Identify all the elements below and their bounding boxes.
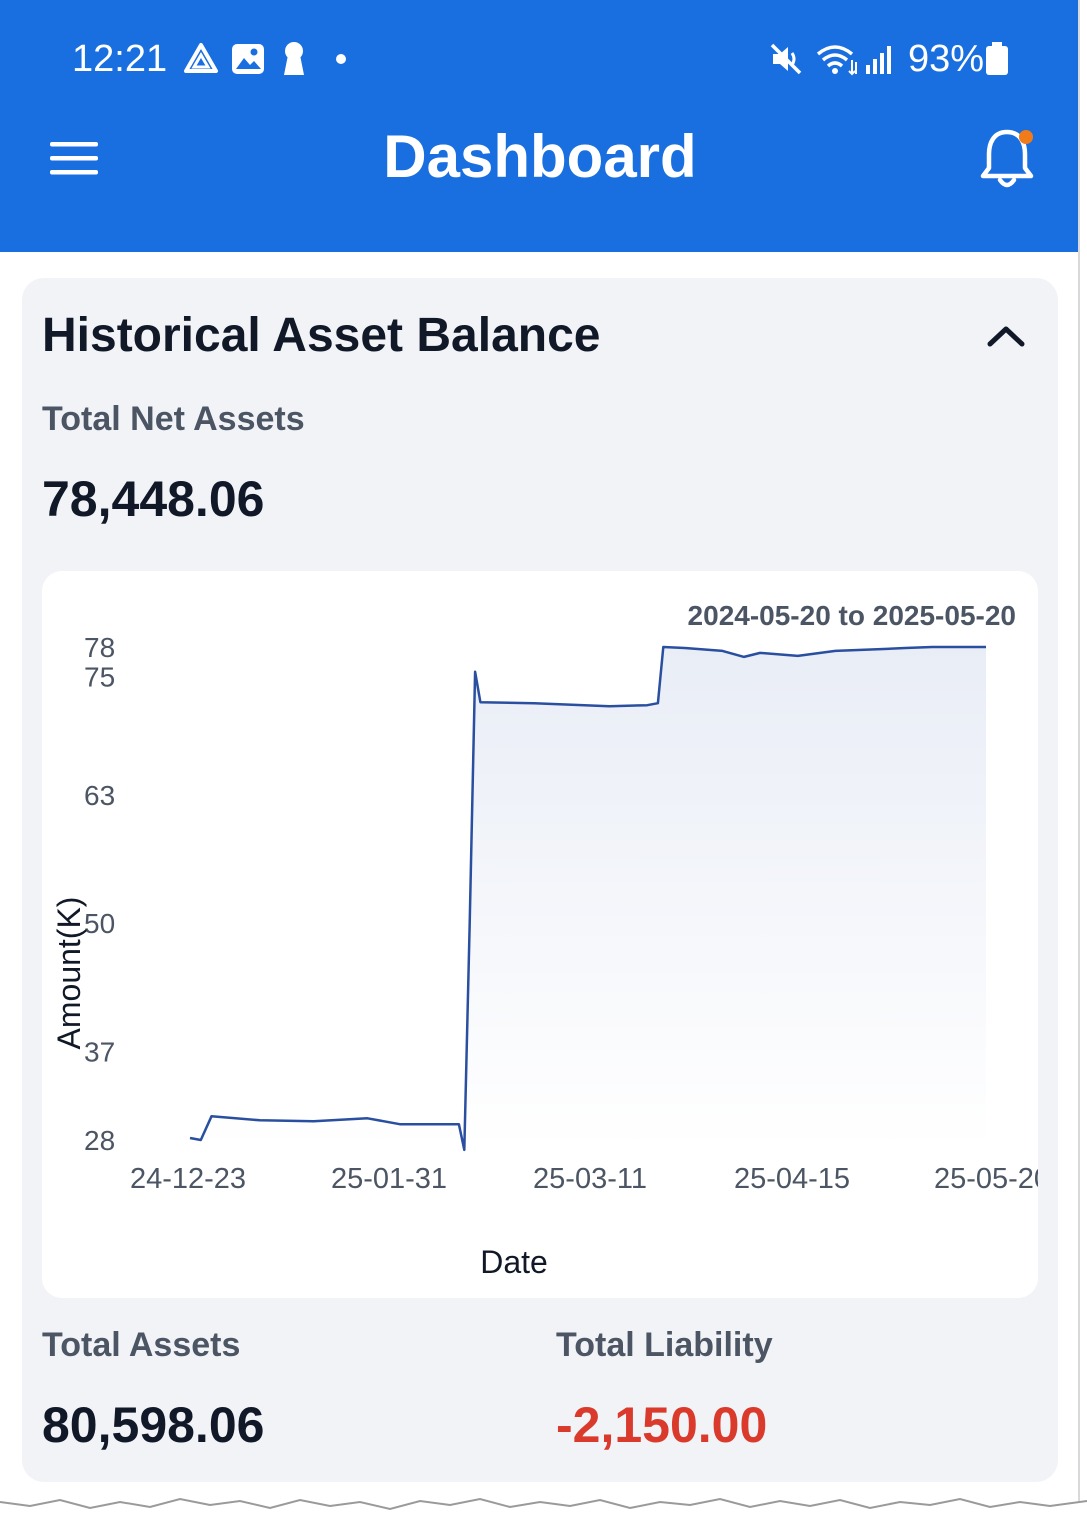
y-tick-label: 63 bbox=[84, 780, 115, 811]
x-tick-label: 25-05-20 bbox=[934, 1163, 1038, 1195]
total-assets-value: 80,598.06 bbox=[42, 1397, 265, 1453]
torn-edge bbox=[0, 1497, 1087, 1529]
net-assets-value: 78,448.06 bbox=[42, 471, 265, 527]
mute-icon bbox=[768, 42, 804, 76]
notification-badge bbox=[1019, 130, 1033, 144]
keyhole-icon bbox=[280, 42, 308, 76]
top-app-bar: 12:21 93% Dashboard bbox=[0, 0, 1078, 252]
x-tick-label: 24-12-23 bbox=[130, 1163, 246, 1195]
status-bar: 12:21 93% bbox=[0, 0, 1078, 110]
y-tick-label: 37 bbox=[84, 1036, 115, 1067]
x-tick-label: 25-01-31 bbox=[331, 1163, 447, 1195]
total-liability-label: Total Liability bbox=[556, 1326, 773, 1364]
dot-icon bbox=[334, 42, 348, 76]
total-liability-value: -2,150.00 bbox=[556, 1397, 768, 1453]
chart-svg: 2024-05-20 to 2025-05-20 28 37 50 63 7578 24-1… bbox=[51, 600, 1038, 1280]
chart-title: 2024-05-20 to 2025-05-20 bbox=[688, 600, 1016, 631]
y-tick-label: 28 bbox=[84, 1125, 115, 1156]
historical-asset-balance-card: Historical Asset Balance Total Net Asset… bbox=[22, 278, 1058, 1482]
phone-screen: 12:21 93% Dashboard Historical Asset Bal… bbox=[0, 0, 1080, 1510]
battery-icon bbox=[984, 42, 1010, 76]
drive-icon bbox=[182, 42, 220, 76]
chevron-up-icon[interactable] bbox=[980, 314, 1032, 358]
asset-balance-chart: 2024-05-20 to 2025-05-20 28 37 50 63 75 78 24-1… bbox=[42, 571, 1038, 1298]
page-title: Dashboard bbox=[383, 123, 697, 190]
wifi-icon bbox=[814, 42, 860, 76]
gallery-icon bbox=[230, 42, 266, 76]
signal-icon bbox=[864, 42, 896, 76]
status-time: 12:21 bbox=[72, 38, 168, 80]
total-assets-label: Total Assets bbox=[42, 1326, 241, 1364]
bell-icon[interactable] bbox=[974, 124, 1040, 194]
card-title: Historical Asset Balance bbox=[42, 309, 601, 362]
x-tick-label: 25-03-11 bbox=[533, 1163, 647, 1195]
y-tick-label: 75 bbox=[84, 662, 115, 693]
y-tick-label: 78 bbox=[84, 632, 115, 663]
net-assets-label: Total Net Assets bbox=[42, 400, 305, 438]
battery-percent: 93% bbox=[908, 38, 985, 80]
y-tick-label: 50 bbox=[84, 908, 115, 939]
series-area bbox=[190, 647, 986, 1150]
x-tick-label: 25-04-15 bbox=[734, 1163, 850, 1195]
y-axis-label: Amount(K) bbox=[51, 897, 87, 1050]
x-axis-label: Date bbox=[480, 1244, 548, 1280]
